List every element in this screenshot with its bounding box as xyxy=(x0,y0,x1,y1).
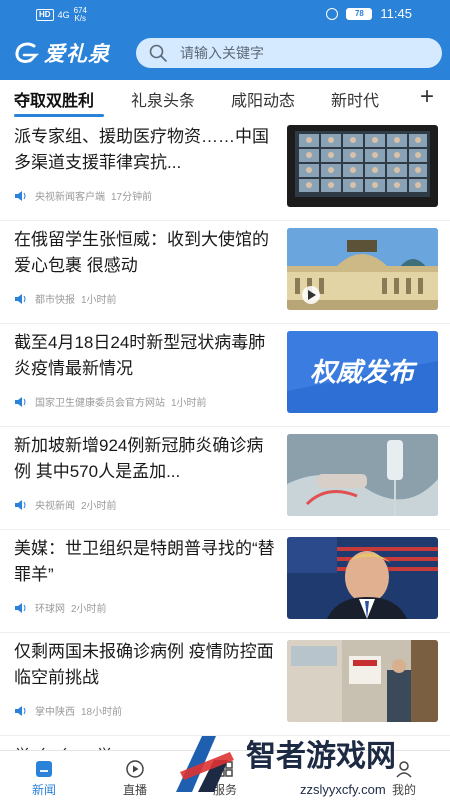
speaker-icon[interactable] xyxy=(14,293,27,304)
hd-badge: HD xyxy=(36,9,54,21)
news-meta: 掌中陕西 18小时前 xyxy=(14,703,122,718)
news-thumbnail xyxy=(287,434,438,516)
news-meta: 央视新闻 2小时前 xyxy=(14,497,117,512)
tab-liquan-headlines[interactable]: 礼泉头条 xyxy=(131,87,195,111)
nav-news[interactable]: 新闻 xyxy=(14,759,74,798)
news-title: 截至4月18日24时新型冠状病毒肺炎疫情最新情况 xyxy=(14,333,266,378)
clock: 11:45 xyxy=(380,6,412,21)
news-source: 央视新闻客户端 xyxy=(35,192,105,203)
news-meta: 国家卫生健康委员会官方网站 1小时前 xyxy=(14,394,207,409)
news-title: 在俄留学生张恒威：收到大使馆的爱心包裹 很感动 xyxy=(14,230,269,275)
speaker-icon[interactable] xyxy=(14,602,27,613)
news-item[interactable]: 美媒：世卫组织是特朗普寻找的“替罪羊” 环球网 2小时前 xyxy=(0,530,450,633)
watermark-url: zzslyyxcfy.com xyxy=(300,782,386,797)
alarm-icon xyxy=(326,7,339,20)
app-header: 爱礼泉 请输入关键字 xyxy=(0,30,450,74)
news-thumbnail xyxy=(287,228,438,310)
news-icon xyxy=(36,761,52,777)
news-source: 国家卫生健康委员会官方网站 xyxy=(35,398,165,409)
news-time: 2小时前 xyxy=(81,501,117,512)
speaker-icon[interactable] xyxy=(14,190,27,201)
nav-live-label: 直播 xyxy=(122,783,147,797)
news-time: 17分钟前 xyxy=(111,192,153,203)
news-list: 派专家组、援助医疗物资……中国多渠道支援菲律宾抗... 央视新闻客户端 17分钟… xyxy=(0,118,450,736)
speaker-icon[interactable] xyxy=(14,396,27,407)
watermark-title: 智者游戏网 xyxy=(246,740,396,773)
partial-title: 举 么 么 ，举 xyxy=(14,742,113,750)
news-meta: 都市快报 1小时前 xyxy=(14,291,117,306)
battery-icon: 78 xyxy=(346,7,373,20)
tab-new-era[interactable]: 新时代 xyxy=(331,87,379,111)
speaker-icon[interactable] xyxy=(14,499,27,510)
tab-xianyang-news[interactable]: 咸阳动态 xyxy=(231,87,295,111)
news-title: 美媒：世卫组织是特朗普寻找的“替罪羊” xyxy=(14,539,275,584)
status-left: HD 4G 674 K/s xyxy=(36,7,87,23)
news-item[interactable]: 在俄留学生张恒威：收到大使馆的爱心包裹 很感动 都市快报 1小时前 xyxy=(0,221,450,324)
search-input[interactable]: 请输入关键字 xyxy=(136,38,442,68)
news-source: 掌中陕西 xyxy=(35,707,75,718)
status-right: 78 11:45 xyxy=(326,6,412,21)
add-tab-icon[interactable]: + xyxy=(420,85,434,109)
news-thumbnail xyxy=(287,125,438,207)
news-time: 1小时前 xyxy=(171,398,207,409)
news-meta: 央视新闻客户端 17分钟前 xyxy=(14,188,152,203)
news-title: 新加坡新增924例新冠肺炎确诊病例 其中570人是孟加... xyxy=(14,436,264,481)
nav-news-label: 新闻 xyxy=(31,783,56,797)
news-title: 派专家组、援助医疗物资……中国多渠道支援菲律宾抗... xyxy=(14,127,269,172)
news-time: 18小时前 xyxy=(81,707,123,718)
app-logo[interactable]: 爱礼泉 xyxy=(14,38,110,68)
news-time: 1小时前 xyxy=(81,295,117,306)
news-source: 央视新闻 xyxy=(35,501,75,512)
status-bar: HD 4G 674 K/s 78 11:45 xyxy=(0,0,450,28)
news-thumbnail: 权威发布 xyxy=(287,331,438,413)
news-item[interactable]: 仅剩两国未报确诊病例 疫情防控面临空前挑战 掌中陕西 18小时前 xyxy=(0,633,450,736)
search-placeholder: 请输入关键字 xyxy=(180,45,264,61)
logo-mark-icon xyxy=(15,42,40,63)
news-item[interactable]: 截至4月18日24时新型冠状病毒肺炎疫情最新情况 国家卫生健康委员会官方网站 1… xyxy=(0,324,450,427)
news-item[interactable]: 新加坡新增924例新冠肺炎确诊病例 其中570人是孟加... 央视新闻 2小时前 xyxy=(0,427,450,530)
thumb-caption: 权威发布 xyxy=(310,357,418,387)
network-speed: 674 K/s xyxy=(74,7,87,23)
news-thumbnail xyxy=(287,640,438,722)
site-watermark-logo: 智者游戏网 zzslyyxcfy.com xyxy=(176,736,396,797)
nav-live[interactable]: 直播 xyxy=(105,759,165,798)
tab-active-indicator xyxy=(14,114,104,117)
tab-fight[interactable]: 夺取双胜利 xyxy=(14,87,94,111)
news-title: 仅剩两国未报确诊病例 疫情防控面临空前挑战 xyxy=(14,642,274,687)
news-source: 环球网 xyxy=(35,604,65,615)
news-time: 2小时前 xyxy=(71,604,107,615)
speaker-icon[interactable] xyxy=(14,705,27,716)
news-source: 都市快报 xyxy=(35,295,75,306)
news-meta: 环球网 2小时前 xyxy=(14,600,107,615)
category-tabs: 夺取双胜利 礼泉头条 咸阳动态 新时代 + xyxy=(0,80,450,118)
news-thumbnail xyxy=(287,537,438,619)
signal-indicator: 4G xyxy=(57,10,70,20)
speed-unit: K/s xyxy=(74,14,87,23)
news-item[interactable]: 派专家组、援助医疗物资……中国多渠道支援菲律宾抗... 央视新闻客户端 17分钟… xyxy=(0,118,450,221)
play-icon xyxy=(126,760,144,778)
logo-text: 爱礼泉 xyxy=(44,42,110,66)
top-bar: HD 4G 674 K/s 78 11:45 爱礼泉 请输入关键字 xyxy=(0,0,450,80)
search-icon xyxy=(149,44,167,62)
